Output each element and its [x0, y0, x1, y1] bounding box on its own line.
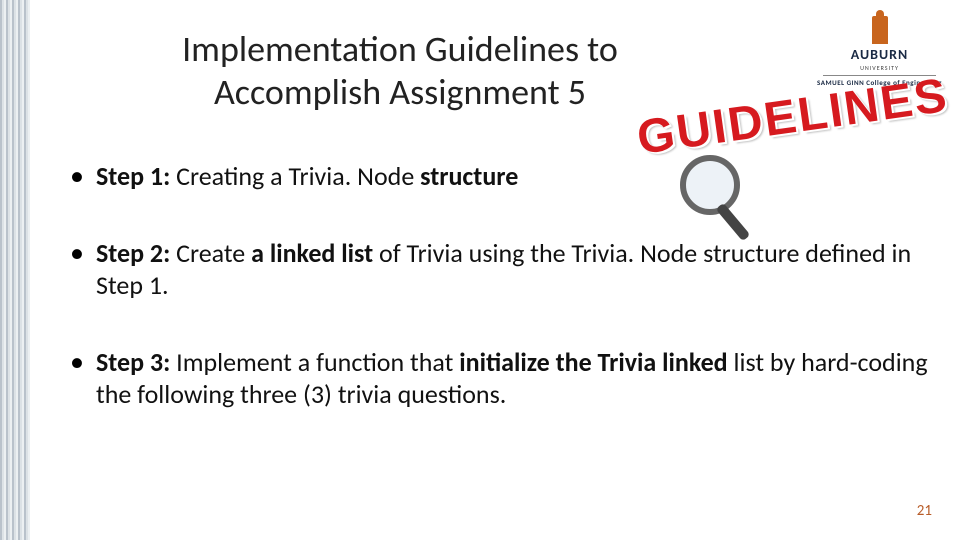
page-title: Implementation Guidelines to Accomplish … [100, 28, 700, 114]
list-item: Step 1: Creating a Trivia. Node structur… [60, 160, 930, 193]
step-text-bold: a linked list [251, 237, 373, 269]
left-stripe-decoration [0, 0, 30, 540]
list-item: Step 2: Create a linked list of Trivia u… [60, 237, 930, 302]
step-text-pre: Implement a function that [170, 346, 459, 378]
step-label: Step 3: [96, 346, 170, 378]
step-text-bold: initialize the Trivia linked [459, 346, 727, 378]
step-text-pre: Create [170, 237, 251, 269]
list-item: Step 3: Implement a function that initia… [60, 346, 930, 411]
tower-icon [872, 16, 888, 44]
step-label: Step 2: [96, 237, 170, 269]
step-list: Step 1: Creating a Trivia. Node structur… [60, 160, 930, 411]
step-label: Step 1: [96, 160, 170, 192]
logo-text-main: AUBURN [817, 46, 942, 63]
slide-number: 21 [917, 502, 932, 520]
step-text-bold: structure [420, 160, 518, 192]
slide-body: Step 1: Creating a Trivia. Node structur… [60, 160, 930, 455]
step-text-pre: Creating a Trivia. Node [170, 160, 420, 192]
slide: Implementation Guidelines to Accomplish … [0, 0, 960, 540]
